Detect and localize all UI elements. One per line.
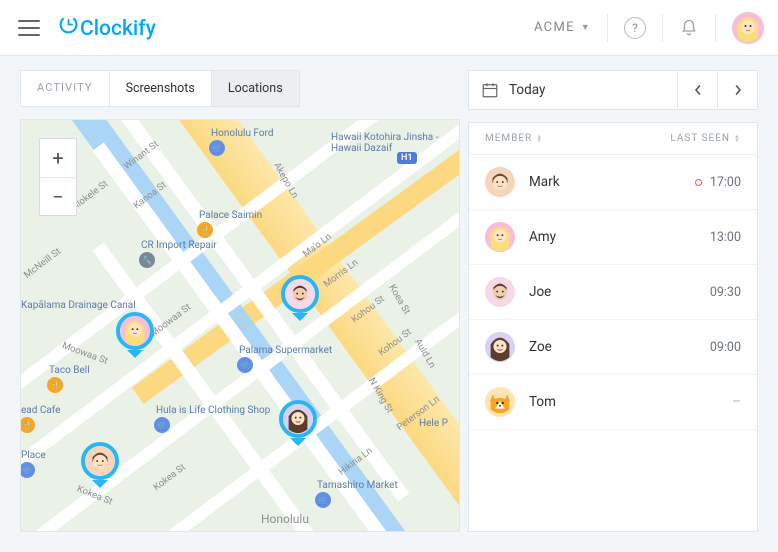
date-next-button[interactable] — [718, 70, 758, 110]
sort-icon: ▲▼ — [536, 135, 543, 143]
member-name: Tom — [529, 394, 732, 410]
menu-button[interactable] — [18, 20, 40, 36]
col-lastseen[interactable]: LAST SEEN ▲▼ — [670, 133, 741, 144]
member-name: Amy — [529, 229, 710, 245]
map-poi-icon: 🔧 — [139, 252, 155, 268]
zoom-in-button[interactable]: + — [40, 139, 76, 177]
map-pin[interactable] — [81, 442, 119, 490]
profile-avatar[interactable] — [732, 12, 764, 44]
map-poi: Honolulu Ford — [211, 128, 274, 139]
map-poi: Honolulu — [261, 512, 309, 526]
member-name: Joe — [529, 284, 710, 300]
table-row[interactable]: Mark 17:00 — [469, 155, 757, 210]
last-seen: 13:00 — [710, 230, 741, 245]
date-picker[interactable]: Today — [468, 70, 678, 110]
map-poi: Palace Saimin — [199, 210, 262, 221]
member-avatar — [485, 332, 515, 362]
member-name: Zoe — [529, 339, 710, 355]
map-poi: Tamashiro Market — [317, 480, 398, 491]
member-name: Mark — [529, 174, 695, 190]
map-poi-icon: 🛒 — [209, 140, 225, 156]
map-poi-icon: 🍴 — [47, 377, 63, 393]
view-tabs: ACTIVITY Screenshots Locations — [20, 70, 300, 107]
map-poi: Hele P — [419, 418, 448, 429]
map-pin[interactable] — [116, 312, 154, 360]
member-avatar — [485, 387, 515, 417]
table-row[interactable]: Tom– — [469, 375, 757, 430]
map-poi: Palama Supermarket — [239, 345, 332, 356]
map-poi: Hawaii Kotohira Jinsha - Hawaii Dazaif — [331, 132, 459, 154]
zoom-out-button[interactable]: − — [40, 177, 76, 215]
tab-locations[interactable]: Locations — [211, 71, 299, 106]
map-poi-icon: 🛒 — [154, 417, 170, 433]
map-poi: Taco Bell — [49, 365, 90, 376]
member-avatar — [485, 167, 515, 197]
map-poi: Place — [21, 450, 46, 461]
map-pin[interactable] — [279, 400, 317, 448]
help-button[interactable]: ? — [624, 17, 646, 39]
brand-logo[interactable]: Clockify — [58, 14, 156, 41]
workspace-selector[interactable]: ACME ▼ — [534, 20, 591, 35]
live-indicator — [695, 179, 702, 186]
last-seen: – — [732, 394, 741, 410]
chevron-down-icon: ▼ — [581, 22, 591, 33]
map-poi: ead Cafe — [21, 405, 60, 416]
notifications-button[interactable] — [679, 18, 699, 38]
date-prev-button[interactable] — [678, 70, 718, 110]
zoom-control: + − — [39, 138, 77, 216]
last-seen: 09:00 — [710, 340, 741, 355]
member-avatar — [485, 222, 515, 252]
sort-icon: ▲▼ — [734, 135, 741, 143]
map[interactable]: + − Honolulu Ford🛒Hawaii Kotohira Jinsha… — [20, 119, 460, 532]
map-pin[interactable] — [281, 275, 319, 323]
table-row[interactable]: Joe09:30 — [469, 265, 757, 320]
map-street-label: H1 — [397, 152, 417, 164]
member-avatar — [485, 277, 515, 307]
map-poi-icon: 🍴 — [197, 222, 213, 238]
map-poi-icon: 🛒 — [315, 492, 331, 508]
last-seen: 17:00 — [710, 175, 741, 190]
map-poi: CR Import Repair — [141, 240, 217, 251]
member-table: MEMBER ▲▼ LAST SEEN ▲▼ Mark 17:00 Amy13:00… — [468, 122, 758, 532]
map-poi: Hula is Life Clothing Shop — [156, 405, 270, 416]
map-poi: Kapālama Drainage Canal — [21, 300, 136, 311]
tab-activity[interactable]: ACTIVITY — [21, 71, 109, 106]
col-member[interactable]: MEMBER ▲▼ — [485, 133, 543, 144]
table-row[interactable]: Amy13:00 — [469, 210, 757, 265]
tab-screenshots[interactable]: Screenshots — [109, 71, 211, 106]
calendar-icon — [481, 81, 499, 99]
last-seen: 09:30 — [710, 285, 741, 300]
top-bar: Clockify ACME ▼ ? — [0, 0, 778, 56]
table-row[interactable]: Zoe09:00 — [469, 320, 757, 375]
map-poi-icon: 🛒 — [237, 357, 253, 373]
date-label: Today — [509, 82, 545, 98]
